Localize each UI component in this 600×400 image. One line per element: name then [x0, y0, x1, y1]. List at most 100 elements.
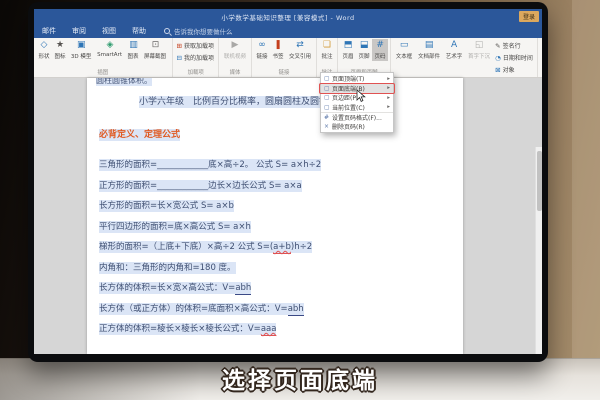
ribbon-group-插图: ◇ 形状 ★ 图标 ▣ 3D 模型 ◈ SmartArt ▥ 图表 ⊡ 屏幕截图 插图 [34, 38, 173, 77]
menu-item-当前位置(C)[interactable]: ▢ 当前位置(C) ▸ [321, 103, 393, 113]
ribbon-button-页脚[interactable]: ⬓ 页脚 [356, 39, 372, 61]
ribbon-button-对象[interactable]: ⊠ 对象 [495, 65, 533, 75]
ribbon-button-书签[interactable]: ❚ 书签 [270, 39, 286, 61]
underlined-formula: abh [235, 282, 252, 295]
首字下沉-icon: ◱ [474, 40, 484, 50]
我的加载项-icon: ⊟ [176, 53, 182, 62]
ribbon-group-链接: ∞ 链接 ❚ 书签 ⇄ 交叉引用链接 [252, 38, 318, 77]
button-label: 3D 模型 [70, 53, 92, 60]
3D 模型-icon: ▣ [76, 40, 86, 50]
ribbon-tab-2[interactable]: 视图 [94, 23, 124, 38]
ribbon-tab-0[interactable]: 邮件 [34, 23, 64, 38]
submenu-arrow-icon: ▸ [387, 94, 390, 101]
button-label: 日期和时间 [502, 55, 533, 62]
ribbon-button-联机视频: ▶ 联机视频 [221, 39, 249, 61]
ribbon-button-文档部件[interactable]: ▤ 文档部件 [415, 39, 443, 61]
书签-icon: ❚ [274, 40, 282, 50]
获取加载项-icon: ⊞ [176, 41, 182, 50]
ribbon-group-媒体: ▶ 联机视频媒体 [219, 38, 252, 77]
button-label: 形状 [38, 53, 50, 60]
submenu-arrow-icon: ▸ [387, 75, 390, 82]
ribbon-button-批注[interactable]: ❏ 批注 [319, 39, 335, 61]
ribbon-stack: ✎ 签名行 ◔ 日期和时间 ⊠ 对象 [493, 39, 535, 76]
ribbon-button-艺术字[interactable]: A 艺术字 [443, 39, 465, 61]
ribbon-button-文本框[interactable]: ▭ 文本框 [393, 39, 415, 61]
ribbon-button-图标[interactable]: ★ 图标 [52, 39, 68, 61]
button-label: 文本框 [395, 53, 413, 60]
document-area: 圆柱圆锥体积。 小学六年级 比例百分比概率，圆扇圆柱及圆锥 必背定义、定理公式 … [34, 78, 542, 354]
button-label: 链接 [256, 53, 268, 60]
menu-item-设置页码格式(F)...[interactable]: # 设置页码格式(F)... [321, 112, 393, 122]
ribbon-button-图表[interactable]: ▥ 图表 [125, 39, 141, 61]
doc-line-4: 梯形的面积=（上底+下底）×高÷2 公式 S=(a+b)h÷2 [99, 240, 313, 254]
button-label: 签名行 [502, 43, 521, 50]
ribbon-button-链接[interactable]: ∞ 链接 [254, 39, 270, 61]
sign-in-badge[interactable]: 登录 [518, 11, 539, 22]
search-icon [164, 27, 170, 34]
word-window: 小学数学基础知识整理 [兼容模式] - Word 登录 邮件 审阅 视图 帮助 告诉我… [34, 9, 542, 354]
ribbon-tab-1[interactable]: 审阅 [64, 23, 94, 38]
页脚-icon: ⬓ [359, 40, 369, 50]
menu-item-icon: # [324, 113, 330, 121]
ribbon-button-页眉[interactable]: ⬒ 页眉 [340, 39, 356, 61]
ribbon-tab-3[interactable]: 帮助 [124, 23, 154, 38]
group-label: 媒体 [229, 69, 241, 76]
vertical-scrollbar[interactable] [535, 147, 542, 354]
doc-line-2: 长方形的面积=长×宽公式 S= a×b [99, 199, 234, 212]
形状-icon: ◇ [40, 40, 48, 50]
menu-item-icon: × [324, 122, 330, 130]
doc-text: 长方形的面积=长×宽公式 S= a×b [99, 200, 234, 212]
ribbon-button-屏幕截图[interactable]: ⊡ 屏幕截图 [141, 39, 169, 61]
doc-line-0: 三角形的面积=____________底×高÷2。 公式 S= a×h÷2 [99, 158, 322, 171]
ribbon-button-签名行[interactable]: ✎ 签名行 [495, 41, 533, 51]
button-label: 图标 [54, 53, 66, 60]
ribbon-button-形状[interactable]: ◇ 形状 [36, 39, 52, 61]
ribbon-button-公式[interactable]: π公式 [540, 39, 542, 61]
ribbon-button-SmartArt[interactable]: ◈ SmartArt [94, 39, 125, 59]
ribbon-button-日期和时间[interactable]: ◔ 日期和时间 [495, 53, 533, 63]
页码-icon: # [376, 40, 384, 50]
button-label: 书签 [272, 53, 284, 60]
underlined-formula: aaa [260, 323, 277, 336]
button-label: 联机视频 [223, 53, 247, 60]
doc-line-8: 正方体的体积=棱长×棱长×棱长公式：V=aaa [99, 322, 277, 336]
tell-me-search[interactable]: 告诉我你想要做什么 [164, 26, 233, 36]
doc-section-heading: 必背定义、定理公式 [99, 129, 181, 141]
ribbon-button-3D 模型[interactable]: ▣ 3D 模型 [68, 39, 94, 61]
ribbon-button-交叉引用[interactable]: ⇄ 交叉引用 [286, 39, 314, 61]
title-bar: 小学数学基础知识整理 [兼容模式] - Word 登录 [34, 9, 542, 23]
doc-text: 梯形的面积=（上底+下底）×高÷2 公式 S=( [99, 241, 274, 253]
doc-line-1: 正方形的面积=____________边长×边长公式 S= a×a [99, 179, 302, 192]
menu-item-删除页码(R)[interactable]: × 删除页码(R) [321, 122, 393, 132]
doc-partial-line: 圆柱圆锥体积。 [96, 78, 152, 86]
ribbon-button-页码[interactable]: # 页码 [372, 39, 389, 61]
button-label: 图表 [127, 53, 140, 60]
group-label: 链接 [278, 69, 290, 76]
ribbon-group-文本: ▭文本框▤文档部件A艺术字◱首字下沉✎签名行◔日期和时间⊠对象文本 [391, 38, 538, 86]
submenu-arrow-icon: ▸ [387, 104, 390, 111]
button-label: SmartArt [97, 51, 123, 58]
ribbon-button-我的加载项[interactable]: ⊟ 我的加载项 [176, 53, 214, 63]
button-label: 我的加载项 [183, 55, 214, 62]
document-page[interactable]: 圆柱圆锥体积。 小学六年级 比例百分比概率，圆扇圆柱及圆锥 必背定义、定理公式 … [87, 78, 463, 354]
underlined-formula: abh [287, 302, 304, 316]
menu-item-icon: ▢ [324, 94, 330, 102]
交叉引用-icon: ⇄ [296, 40, 304, 50]
window-title: 小学数学基础知识整理 [兼容模式] - Word [221, 14, 355, 22]
doc-line-3: 平行四边形的面积=底×高公式 S= a×h [99, 220, 251, 233]
menu-item-icon: ▢ [324, 84, 330, 92]
button-label: 页码 [374, 53, 386, 60]
button-label: 首字下沉 [468, 53, 491, 60]
屏幕截图-icon: ⊡ [151, 40, 160, 50]
doc-text: 长方体（或正方体）的体积=底面积×高公式：V= [99, 302, 288, 315]
video-subtitle: 选择页面底端 [222, 368, 378, 394]
ribbon-button-获取加载项[interactable]: ⊞ 获取加载项 [176, 41, 214, 51]
ribbon-group-加载项: ⊞ 获取加载项 ⊟ 我的加载项 加载项 [173, 38, 219, 77]
menu-item-icon: ▢ [324, 75, 330, 83]
ribbon-group-符号: π公式Ω符号№编号符号 [538, 38, 542, 77]
scrollbar-thumb[interactable] [537, 151, 542, 211]
文档部件-icon: ▤ [424, 40, 434, 50]
图标-icon: ★ [55, 40, 65, 50]
ribbon-button-首字下沉: ◱ 首字下沉 [465, 39, 493, 61]
menu-item-页面顶端(T)[interactable]: ▢ 页面顶端(T) ▸ [321, 74, 393, 84]
